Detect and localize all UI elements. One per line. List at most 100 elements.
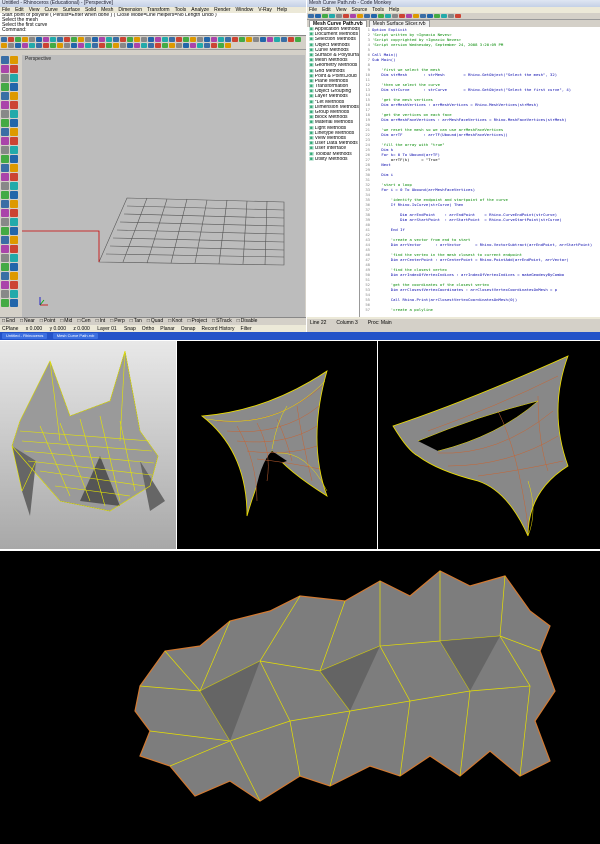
modeling-tool-icon[interactable] (10, 92, 18, 100)
tool-icon[interactable] (50, 37, 56, 42)
modeling-tool-icon[interactable] (10, 299, 18, 307)
tool-icon[interactable] (99, 43, 105, 48)
tool-icon[interactable] (22, 43, 28, 48)
modeling-tool-icon[interactable] (1, 155, 9, 163)
modeling-tool-icon[interactable] (10, 101, 18, 109)
modeling-tool-icon[interactable] (1, 92, 9, 100)
tool-icon[interactable] (120, 43, 126, 48)
modeling-tool-icon[interactable] (1, 137, 9, 145)
tool-icon[interactable] (176, 37, 182, 42)
tool-icon[interactable] (239, 37, 245, 42)
tool-icon[interactable] (190, 37, 196, 42)
tool-icon[interactable] (274, 37, 280, 42)
editor-tool-icon[interactable] (441, 14, 447, 18)
command-history[interactable]: Start point of polyline ( Persist=Enter … (0, 13, 306, 36)
editor-tool-icon[interactable] (371, 14, 377, 18)
tool-icon[interactable] (295, 37, 301, 42)
tool-icon[interactable] (99, 37, 105, 42)
modeling-tool-icon[interactable] (1, 65, 9, 73)
tool-icon[interactable] (141, 37, 147, 42)
modeling-tool-icon[interactable] (1, 164, 9, 172)
modeling-tool-icon[interactable] (1, 290, 9, 298)
tool-icon[interactable] (64, 37, 70, 42)
tool-icon[interactable] (134, 37, 140, 42)
tool-icon[interactable] (22, 37, 28, 42)
tool-icon[interactable] (204, 43, 210, 48)
modeling-tool-icon[interactable] (10, 227, 18, 235)
editor-tool-icon[interactable] (448, 14, 454, 18)
tool-icon[interactable] (57, 37, 63, 42)
tool-icon[interactable] (141, 43, 147, 48)
modeling-tool-icon[interactable] (10, 290, 18, 298)
tool-icon[interactable] (64, 43, 70, 48)
modeling-tool-icon[interactable] (1, 101, 9, 109)
editor-tool-icon[interactable] (385, 14, 391, 18)
menu-item-help[interactable]: Help (277, 7, 287, 13)
modeling-tool-icon[interactable] (10, 236, 18, 244)
osnap-knot[interactable]: Knot (168, 318, 182, 324)
tool-icon[interactable] (155, 43, 161, 48)
osnap-near[interactable]: Near (20, 318, 35, 324)
editor-menu-view[interactable]: View (336, 7, 347, 13)
modeling-tool-icon[interactable] (1, 281, 9, 289)
modeling-tool-icon[interactable] (10, 110, 18, 118)
editor-tool-icon[interactable] (315, 14, 321, 18)
editor-tool-icon[interactable] (434, 14, 440, 18)
tool-icon[interactable] (148, 37, 154, 42)
osnap-mid[interactable]: Mid (60, 318, 72, 324)
tool-icon[interactable] (176, 43, 182, 48)
osnap-point[interactable]: Point (40, 318, 55, 324)
osnap-int[interactable]: Int (96, 318, 106, 324)
tool-icon[interactable] (211, 37, 217, 42)
tool-icon[interactable] (43, 43, 49, 48)
modeling-tool-icon[interactable] (10, 65, 18, 73)
tool-icon[interactable] (29, 37, 35, 42)
tool-icon[interactable] (155, 37, 161, 42)
tool-icon[interactable] (106, 37, 112, 42)
menu-item-vray[interactable]: V-Ray (258, 7, 272, 13)
editor-tool-icon[interactable] (357, 14, 363, 18)
modeling-tool-icon[interactable] (1, 245, 9, 253)
tool-icon[interactable] (162, 37, 168, 42)
osnap-quad[interactable]: Quad (147, 318, 163, 324)
editor-tool-icon[interactable] (399, 14, 405, 18)
modeling-tool-icon[interactable] (10, 119, 18, 127)
osnap-project[interactable]: Project (187, 318, 207, 324)
modeling-tool-icon[interactable] (1, 218, 9, 226)
osnap-disable[interactable]: Disable (237, 318, 258, 324)
modeling-tool-icon[interactable] (10, 272, 18, 280)
modeling-tool-icon[interactable] (1, 74, 9, 82)
modeling-tool-icon[interactable] (1, 209, 9, 217)
tool-icon[interactable] (85, 43, 91, 48)
modeling-tool-icon[interactable] (1, 119, 9, 127)
modeling-tool-icon[interactable] (10, 200, 18, 208)
editor-tool-icon[interactable] (427, 14, 433, 18)
tool-icon[interactable] (78, 37, 84, 42)
tool-icon[interactable] (197, 43, 203, 48)
modeling-tool-icon[interactable] (1, 254, 9, 262)
tool-icon[interactable] (218, 43, 224, 48)
tool-icon[interactable] (246, 37, 252, 42)
editor-tool-icon[interactable] (455, 14, 461, 18)
tool-icon[interactable] (183, 37, 189, 42)
viewport-label[interactable]: Perspective (25, 56, 51, 62)
tool-icon[interactable] (162, 43, 168, 48)
tool-icon[interactable] (197, 37, 203, 42)
osnap-cen[interactable]: Cen (77, 318, 90, 324)
tool-icon[interactable] (169, 37, 175, 42)
modeling-tool-icon[interactable] (1, 191, 9, 199)
tool-icon[interactable] (15, 43, 21, 48)
tool-icon[interactable] (29, 43, 35, 48)
modeling-tool-icon[interactable] (1, 272, 9, 280)
tool-icon[interactable] (267, 37, 273, 42)
modeling-tool-icon[interactable] (1, 182, 9, 190)
modeling-tool-icon[interactable] (1, 128, 9, 136)
editor-menu-help[interactable]: Help (389, 7, 399, 13)
tool-icon[interactable] (281, 37, 287, 42)
tool-icon[interactable] (36, 37, 42, 42)
modeling-tool-icon[interactable] (10, 56, 18, 64)
editor-tool-icon[interactable] (406, 14, 412, 18)
modeling-tool-icon[interactable] (1, 299, 9, 307)
modeling-tool-icon[interactable] (1, 146, 9, 154)
tool-icon[interactable] (92, 43, 98, 48)
